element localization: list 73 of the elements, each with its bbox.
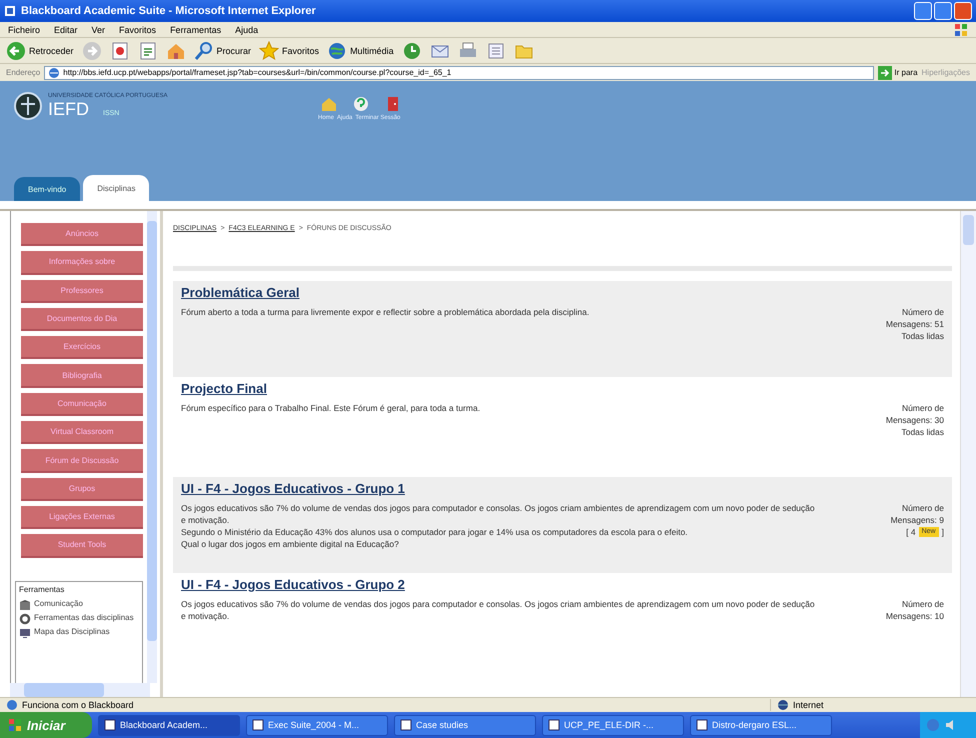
monitor-icon [19, 626, 31, 639]
toolbar-button[interactable]: Favoritos [259, 40, 320, 60]
site-logo: IEFD [48, 98, 90, 120]
new-count: [ 4 [906, 526, 916, 538]
read-status: Todas lidas [901, 330, 944, 342]
forum-link[interactable]: Projecto Final [181, 381, 267, 396]
emblem-icon [14, 92, 42, 120]
taskbar-button[interactable]: Case studies [394, 714, 536, 736]
scrollbar[interactable] [960, 211, 976, 697]
building-icon [19, 598, 31, 611]
forum-description: Os jogos educativos são 7% do volume de vendas dos jogos para computador e consolas. Os jogos criam ambientes de aprendizagem com um novo poder de sedução e motivação. [181, 598, 816, 622]
zone-label: Internet [793, 700, 824, 710]
menu-item[interactable]: Ficheiro [8, 24, 40, 34]
panel-title: Ferramentas [19, 584, 66, 594]
taskbar-button[interactable]: Distro-dergaro ESL... [690, 714, 832, 736]
message-count: Número de Mensagens: 30 [884, 402, 944, 426]
forum-description: Fórum aberto a toda a turma para livremente expor e reflectir sobre a problemática abordada pela disciplina. [181, 306, 590, 318]
menu-item[interactable]: Ferramentas [170, 24, 222, 34]
window-icon [104, 719, 116, 731]
globe-icon [777, 699, 789, 711]
taskbar-button[interactable]: UCP_PE_ELE-DIR -... [542, 714, 684, 736]
stop-icon[interactable] [110, 40, 130, 60]
close-button[interactable] [954, 2, 972, 20]
forum-description: Fórum específico para o Trabalho Final. Este Fórum é geral, para toda a turma. [181, 402, 482, 414]
help-icon[interactable] [352, 95, 370, 113]
maximize-button[interactable] [934, 2, 952, 20]
star-icon [259, 40, 280, 60]
bracket-text: ] [942, 526, 944, 538]
tool-link[interactable]: Mapa das Disciplinas [34, 626, 110, 636]
toolbar-button[interactable]: Retroceder [6, 40, 74, 60]
scrollbar[interactable] [147, 211, 157, 683]
menu-item[interactable]: Favoritos [119, 24, 156, 34]
status-text: Funciona com o Blackboard [22, 700, 134, 710]
address-label: Endereço [6, 68, 40, 77]
forum-description: Os jogos educativos são 7% do volume de vendas dos jogos para computador e consolas. Os jogos criam ambientes de aprendizagem com um novo poder de sedução e motivação. [181, 502, 816, 526]
clock-icon[interactable] [402, 40, 422, 60]
forum-link[interactable]: Problemática Geral [181, 285, 300, 300]
tool-link[interactable]: Ferramentas das disciplinas [34, 612, 134, 622]
window-icon [4, 5, 16, 17]
windows-logo-icon [8, 718, 22, 732]
message-count: Número de Mensagens: 10 [884, 598, 944, 622]
window-icon [548, 719, 560, 731]
go-arrow-icon [878, 66, 892, 80]
message-count: Número de Mensagens: 9 [890, 502, 944, 526]
tool-link[interactable]: Comunicação [34, 598, 83, 608]
window-title: Blackboard Academic Suite - Microsoft Internet Explorer [21, 5, 317, 17]
tab[interactable]: Disciplinas [83, 175, 150, 201]
read-status: Todas lidas [901, 426, 944, 438]
window-icon [696, 719, 708, 731]
tab[interactable]: Bem-vindo [14, 177, 80, 201]
menu-item[interactable]: Editar [54, 24, 78, 34]
window-icon [252, 719, 264, 731]
search-icon [194, 40, 214, 60]
forum-description: Segundo o Ministério da Educação 43% dos alunos usa o computador para jogar e 14% usa os computadores da escola para o efeito. [181, 526, 689, 538]
taskbar-button[interactable]: Blackboard Academ... [98, 714, 240, 736]
minimize-button[interactable] [914, 2, 932, 20]
forum-description: Qual o lugar dos jogos em ambiente digital na Educação? [181, 538, 400, 550]
message-count: Número de Mensagens: 51 [884, 306, 944, 330]
menu-item[interactable]: Ver [92, 24, 106, 34]
globe-icon [327, 40, 348, 60]
start-button[interactable]: Iniciar [0, 712, 92, 738]
forum-link[interactable]: UI - F4 - Jogos Educativos - Grupo 2 [181, 577, 405, 592]
scrollbar[interactable] [10, 683, 150, 697]
windows-logo-icon [954, 22, 968, 36]
toolbar-button[interactable]: Multimédia [327, 40, 394, 60]
taskbar-button[interactable]: Exec Suite_2004 - M... [246, 714, 388, 736]
go-button[interactable]: Ir para [878, 66, 918, 80]
address-field[interactable]: http://bbs.iefd.ucp.pt/webapps/portal/frameset.jsp?tab=courses&url=/bin/common/course.pl?course_id=_65_1 [44, 66, 874, 80]
forum-link[interactable]: UI - F4 - Jogos Educativos - Grupo 1 [181, 481, 405, 496]
document-icon[interactable] [486, 40, 506, 60]
menu-item[interactable]: Ajuda [235, 24, 258, 34]
window-icon [400, 719, 412, 731]
toolbar-button[interactable]: Procurar [194, 40, 252, 60]
